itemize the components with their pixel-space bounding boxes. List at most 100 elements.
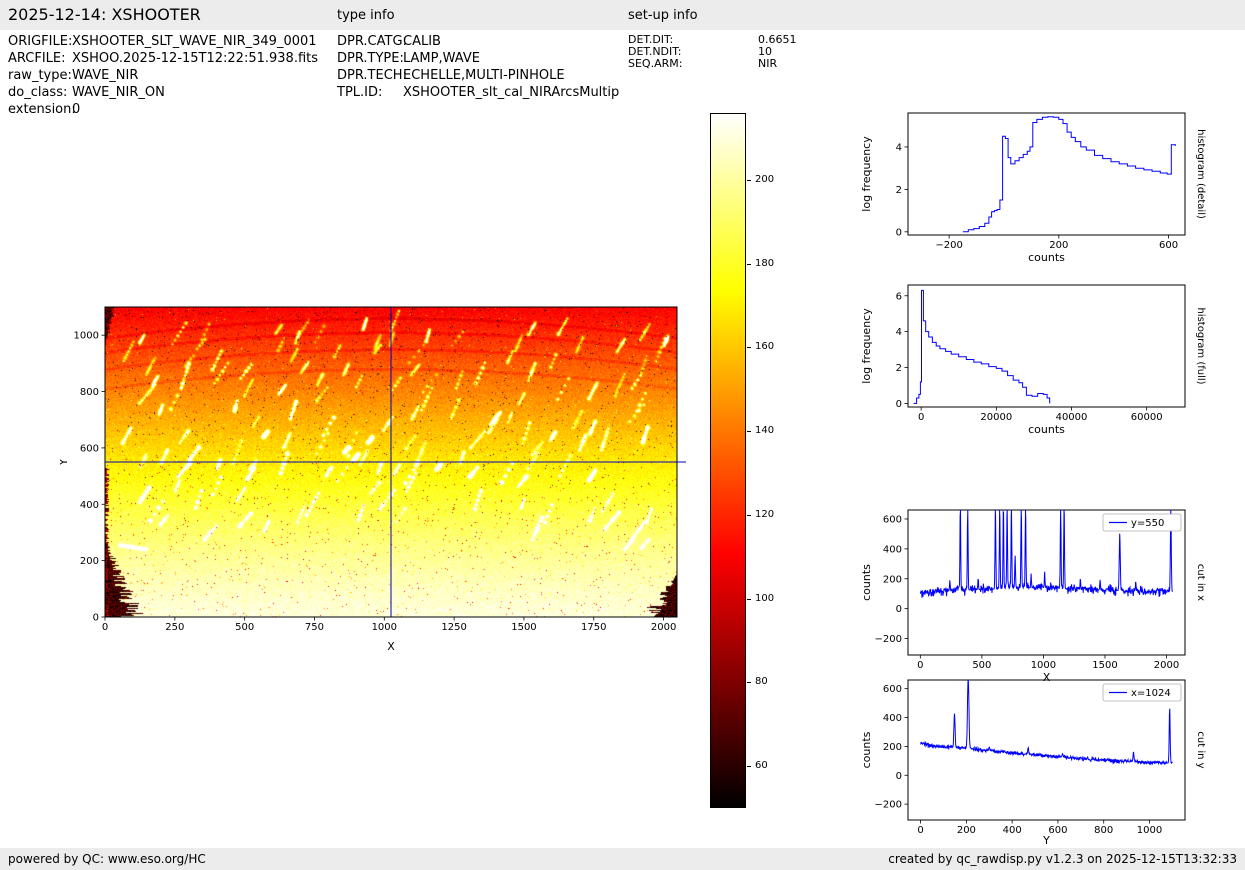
svg-text:0: 0: [102, 622, 108, 633]
svg-text:y=550: y=550: [1131, 518, 1164, 529]
svg-text:800: 800: [80, 387, 99, 398]
colorbar-tick-label: 160: [755, 341, 775, 353]
svg-text:4: 4: [896, 142, 902, 153]
colorbar: 200 180 160 140 120 100 80 60: [710, 113, 790, 813]
svg-text:counts: counts: [860, 731, 873, 768]
svg-text:600: 600: [1048, 825, 1067, 836]
raw-frame-axes: 0 250 500 750 1000 1250 1500 1750 2000 0 200 400 600…: [60, 306, 686, 653]
meta-label: SEQ.ARM:: [628, 56, 683, 70]
colorbar-tick: [747, 766, 751, 768]
svg-text:Y: Y: [60, 458, 70, 466]
meta-row: ARCFILE: XSHOO.2025-12-15T12:22:51.938.fi…: [8, 50, 318, 67]
svg-text:log frequency: log frequency: [860, 136, 873, 212]
meta-label: do_class:: [8, 85, 68, 100]
meta-value: LAMP,WAVE: [403, 51, 480, 66]
svg-text:0: 0: [896, 604, 902, 615]
colorbar-tick: [747, 179, 751, 181]
footer-bar: powered by QC: www.eso.org/HC created by…: [0, 848, 1245, 870]
histogram-full-panel: 0 20000 40000 60000 0 2 4 6 counts log frequency h…: [855, 277, 1223, 449]
svg-text:histogram (detail): histogram (detail): [1195, 129, 1206, 219]
svg-text:2000: 2000: [651, 622, 676, 633]
svg-text:0: 0: [896, 227, 902, 238]
colorbar-tick: [747, 263, 751, 265]
colorbar-tick: [747, 347, 751, 349]
svg-text:500: 500: [235, 622, 254, 633]
meta-row: DET.DIT: 0.6651: [628, 33, 797, 46]
histogram-detail-panel: −200 200 600 0 2 4 counts log frequency histogra…: [855, 105, 1223, 277]
meta-row: DET.NDIT: 10: [628, 45, 797, 58]
svg-text:4: 4: [896, 327, 902, 338]
svg-text:2: 2: [896, 363, 902, 374]
meta-value: NIR: [758, 56, 778, 70]
svg-text:Y: Y: [1042, 834, 1050, 847]
meta-row: raw_type: WAVE_NIR: [8, 67, 318, 84]
colorbar-tick: [747, 682, 751, 684]
svg-text:250: 250: [165, 622, 184, 633]
svg-text:600: 600: [883, 514, 902, 525]
svg-text:200: 200: [80, 556, 99, 567]
meta-row: DPR.TECH: ECHELLE,MULTI-PINHOLE: [337, 67, 619, 84]
svg-text:−200: −200: [935, 240, 962, 251]
svg-text:0: 0: [896, 771, 902, 782]
svg-text:counts: counts: [860, 564, 873, 601]
meta-label: extension:: [8, 102, 76, 117]
setup-info-block: DET.DIT: 0.6651 DET.NDIT: 10 SEQ.ARM: NIR: [628, 33, 797, 70]
svg-text:2000: 2000: [1154, 660, 1179, 671]
meta-value: ECHELLE,MULTI-PINHOLE: [403, 68, 565, 83]
colorbar-tick-label: 100: [755, 592, 775, 604]
svg-text:1000: 1000: [372, 622, 397, 633]
histogram-full-plot: 0 20000 40000 60000 0 2 4 6 counts log frequency h…: [860, 284, 1206, 436]
svg-text:0: 0: [917, 825, 923, 836]
svg-text:counts: counts: [1028, 251, 1065, 264]
footer-created-by: created by qc_rawdisp.py v1.2.3 on 2025-…: [888, 852, 1237, 866]
svg-text:0: 0: [93, 613, 99, 624]
svg-text:400: 400: [80, 500, 99, 511]
cut-in-x-panel: 0 500 1000 1500 2000 −200 0 200 400 600 Xcounts cut…: [855, 502, 1223, 694]
footer-qc-link[interactable]: powered by QC: www.eso.org/HC: [8, 852, 206, 866]
svg-text:0: 0: [917, 660, 923, 671]
meta-row: DPR.TYPE: LAMP,WAVE: [337, 50, 619, 67]
svg-text:1000: 1000: [1137, 825, 1162, 836]
svg-text:600: 600: [80, 443, 99, 454]
meta-row: do_class: WAVE_NIR_ON: [8, 84, 318, 101]
svg-text:400: 400: [883, 713, 902, 724]
colorbar-gradient: [710, 113, 746, 808]
meta-row: DPR.CATG: CALIB: [337, 33, 619, 50]
svg-text:200: 200: [883, 574, 902, 585]
svg-text:1500: 1500: [511, 622, 536, 633]
meta-label: raw_type:: [8, 68, 72, 83]
svg-text:histogram (full): histogram (full): [1195, 307, 1206, 384]
svg-text:X: X: [387, 640, 395, 653]
svg-text:0: 0: [896, 399, 902, 410]
svg-text:60000: 60000: [1131, 412, 1163, 423]
svg-text:400: 400: [1003, 825, 1022, 836]
meta-label: DPR.CATG:: [337, 34, 407, 49]
histogram-detail-plot: −200 200 600 0 2 4 counts log frequency histogra…: [860, 112, 1206, 264]
meta-value: XSHOOTER_SLT_WAVE_NIR_349_0001: [72, 34, 317, 49]
svg-text:0: 0: [918, 412, 924, 423]
header-bar: 2025-12-14: XSHOOTER type info set-up in…: [0, 0, 1245, 30]
meta-label: ARCFILE:: [8, 51, 66, 66]
meta-label: DPR.TECH:: [337, 68, 407, 83]
svg-text:counts: counts: [1028, 423, 1065, 436]
colorbar-tick: [747, 598, 751, 600]
svg-text:cut in x: cut in x: [1195, 564, 1206, 601]
svg-text:1500: 1500: [1092, 660, 1117, 671]
meta-value: XSHOOTER_slt_cal_NIRArcsMultip: [403, 85, 620, 100]
meta-value: 0: [72, 102, 81, 117]
meta-value: WAVE_NIR: [72, 68, 139, 83]
svg-text:200: 200: [883, 742, 902, 753]
svg-text:6: 6: [896, 291, 902, 302]
svg-text:1250: 1250: [441, 622, 466, 633]
svg-text:−200: −200: [875, 800, 902, 811]
colorbar-tick-label: 200: [755, 173, 775, 185]
setup-info-heading: set-up info: [628, 8, 698, 23]
meta-label: TPL.ID:: [337, 85, 383, 100]
svg-text:cut in y: cut in y: [1195, 731, 1206, 768]
svg-text:40000: 40000: [1056, 412, 1088, 423]
svg-text:log frequency: log frequency: [860, 308, 873, 384]
svg-text:600: 600: [1159, 240, 1178, 251]
svg-text:200: 200: [957, 825, 976, 836]
file-info-block: ORIGFILE: XSHOOTER_SLT_WAVE_NIR_349_0001 A…: [8, 33, 318, 118]
colorbar-tick-label: 80: [755, 676, 768, 688]
